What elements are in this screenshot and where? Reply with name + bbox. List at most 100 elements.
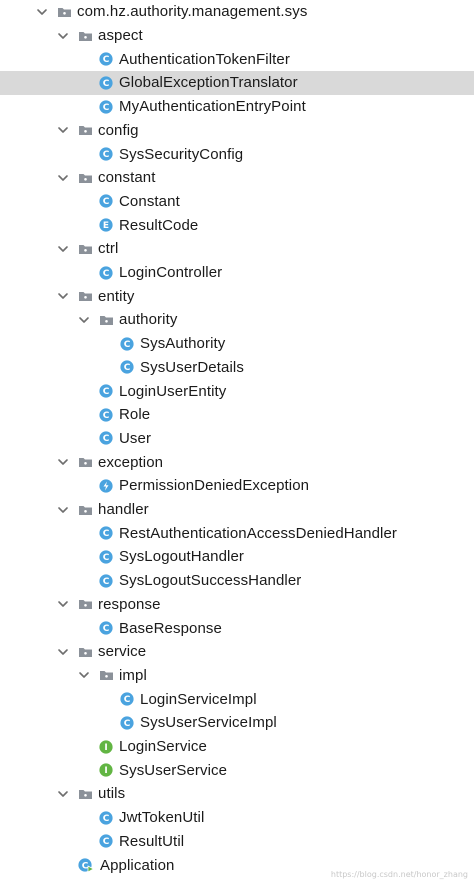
tree-node-package[interactable]: impl [0, 664, 474, 688]
chevron-down-icon[interactable] [56, 242, 70, 256]
tree-node-label: Role [119, 406, 151, 424]
tree-node-label: LoginServiceImpl [140, 690, 257, 708]
tree-node-file[interactable]: C Constant [0, 190, 474, 214]
tree-node-package[interactable]: constant [0, 166, 474, 190]
svg-text:I: I [104, 743, 107, 753]
svg-text:C: C [103, 553, 110, 563]
interface-icon: I [99, 739, 113, 754]
tree-node-label: PermissionDeniedException [119, 477, 310, 495]
tree-node-package[interactable]: utils [0, 782, 474, 806]
svg-text:C: C [103, 814, 110, 824]
svg-text:C: C [103, 624, 110, 634]
tree-node-label: LoginService [119, 738, 207, 756]
tree-node-label: AuthenticationTokenFilter [119, 50, 290, 68]
tree-node-package[interactable]: config [0, 119, 474, 143]
folder-icon [78, 289, 92, 303]
tree-node-package[interactable]: entity [0, 284, 474, 308]
tree-node-file[interactable]: I SysUserService [0, 758, 474, 782]
svg-text:C: C [103, 411, 110, 421]
class-icon: C [99, 76, 113, 90]
tree-node-file[interactable]: C SysUserDetails [0, 356, 474, 380]
watermark: https://blog.csdn.net/honor_zhang [330, 870, 468, 879]
tree-node-file[interactable]: C GlobalExceptionTranslator [0, 71, 474, 95]
tree-node-label: config [98, 121, 139, 139]
folder-icon [78, 787, 92, 801]
class-icon: C [99, 100, 113, 114]
tree-node-file[interactable]: C SysLogoutHandler [0, 545, 474, 569]
chevron-down-icon[interactable] [77, 668, 91, 682]
tree-node-package[interactable]: service [0, 640, 474, 664]
tree-node-package[interactable]: authority [0, 308, 474, 332]
class-icon: C [99, 265, 113, 280]
chevron-down-icon[interactable] [56, 455, 70, 469]
tree-node-file[interactable]: C User [0, 427, 474, 451]
chevron-down-icon[interactable] [56, 597, 70, 611]
tree-node-package[interactable]: com.hz.authority.management.sys [0, 0, 474, 24]
tree-node-file[interactable]: C MyAuthenticationEntryPoint [0, 95, 474, 119]
svg-text:C: C [103, 55, 110, 65]
class-icon: C [120, 716, 134, 730]
folder-icon [78, 242, 92, 256]
class-icon: C [99, 621, 113, 635]
tree-node-file[interactable]: C JwtTokenUtil [0, 806, 474, 830]
class-icon: C [99, 52, 113, 66]
tree-node-file[interactable]: E ResultCode [0, 213, 474, 237]
class-icon: C [120, 692, 134, 706]
tree-node-label: RestAuthenticationAccessDeniedHandler [119, 524, 398, 542]
exception-class-icon [99, 479, 113, 493]
chevron-down-icon[interactable] [56, 29, 70, 43]
tree-node-file[interactable]: C SysLogoutSuccessHandler [0, 569, 474, 593]
folder-icon [78, 455, 92, 469]
chevron-down-icon[interactable] [56, 503, 70, 517]
class-icon: C [120, 360, 134, 374]
chevron-down-icon[interactable] [77, 313, 91, 327]
tree-node-label: User [119, 429, 152, 447]
chevron-down-icon[interactable] [56, 787, 70, 801]
chevron-down-icon[interactable] [56, 123, 70, 137]
tree-node-package[interactable]: handler [0, 498, 474, 522]
tree-node-file[interactable]: C LoginServiceImpl [0, 687, 474, 711]
chevron-down-icon[interactable] [56, 289, 70, 303]
folder-icon [99, 668, 113, 682]
tree-node-file[interactable]: I LoginService [0, 735, 474, 759]
tree-node-file[interactable]: C Role [0, 403, 474, 427]
tree-node-file[interactable]: C SysSecurityConfig [0, 142, 474, 166]
tree-node-file[interactable]: C RestAuthenticationAccessDeniedHandler [0, 521, 474, 545]
tree-node-package[interactable]: exception [0, 450, 474, 474]
tree-node-label: LoginController [119, 264, 223, 282]
tree-node-label: SysLogoutSuccessHandler [119, 572, 302, 590]
chevron-down-icon[interactable] [56, 171, 70, 185]
svg-text:C: C [103, 387, 110, 397]
tree-node-file[interactable]: C BaseResponse [0, 616, 474, 640]
tree-node-file[interactable]: C LoginUserEntity [0, 379, 474, 403]
tree-node-label: utils [98, 785, 126, 803]
tree-node-file[interactable]: C ResultUtil [0, 830, 474, 854]
enum-icon: E [99, 218, 113, 232]
tree-node-label: ctrl [98, 240, 119, 258]
tree-node-package[interactable]: response [0, 593, 474, 617]
tree-node-label: Constant [119, 192, 180, 210]
class-icon: C [99, 834, 113, 848]
folder-icon [99, 313, 113, 327]
tree-node-label: ResultUtil [119, 832, 185, 850]
tree-node-file[interactable]: PermissionDeniedException [0, 474, 474, 498]
tree-node-file[interactable]: C LoginController [0, 261, 474, 285]
chevron-down-icon[interactable] [35, 5, 49, 19]
folder-icon [78, 171, 92, 185]
tree-node-label: com.hz.authority.management.sys [77, 3, 308, 21]
svg-text:C: C [103, 435, 110, 445]
svg-text:C: C [103, 79, 110, 89]
tree-node-file[interactable]: C AuthenticationTokenFilter [0, 47, 474, 71]
tree-node-package[interactable]: ctrl [0, 237, 474, 261]
tree-node-file[interactable]: C SysAuthority [0, 332, 474, 356]
chevron-down-icon[interactable] [56, 645, 70, 659]
svg-text:C: C [103, 198, 110, 208]
tree-node-label: BaseResponse [119, 619, 222, 637]
class-icon: C [99, 147, 113, 161]
tree-node-label: entity [98, 287, 135, 305]
folder-icon [78, 123, 92, 137]
class-icon: C [99, 194, 113, 209]
tree-node-file[interactable]: C SysUserServiceImpl [0, 711, 474, 735]
class-icon: C [99, 550, 113, 564]
tree-node-package[interactable]: aspect [0, 24, 474, 48]
